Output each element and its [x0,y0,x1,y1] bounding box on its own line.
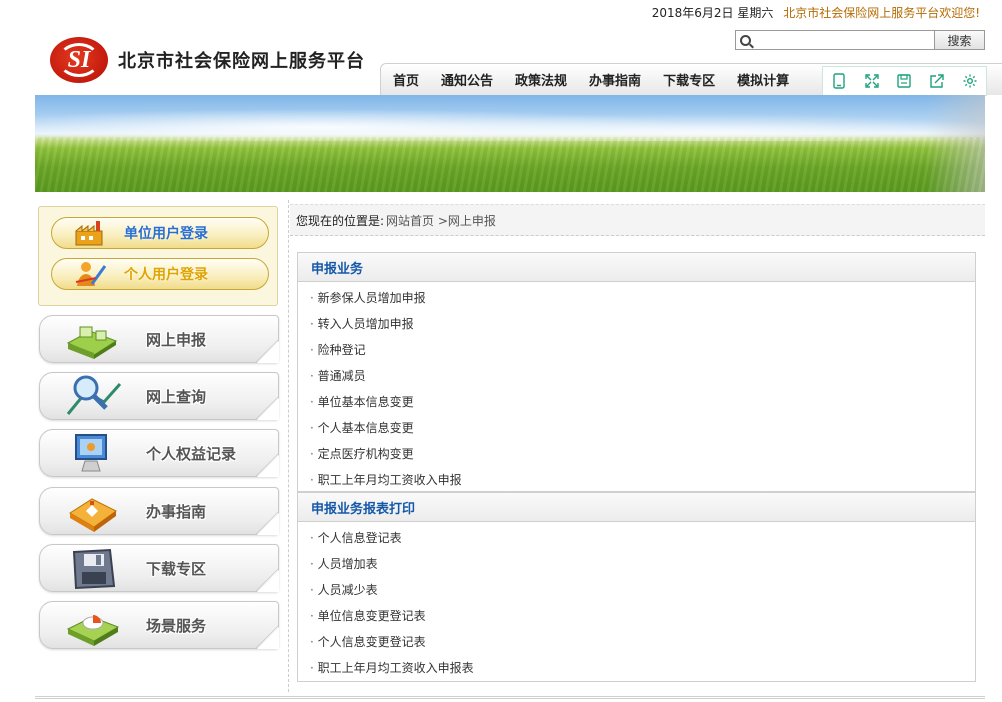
welcome-text: 北京市社会保险网上服务平台欢迎您! [783,6,980,20]
current-date: 2018年6月2日 星期六 [651,6,774,20]
download-icon [62,546,124,590]
sidebar-item-scene-service[interactable]: 场景服务 [39,601,279,649]
factory-icon [70,219,110,247]
search-field-wrapper[interactable] [735,30,935,50]
nav-notices[interactable]: 通知公告 [441,70,493,89]
online-query-icon [62,374,124,418]
search-icon [740,34,751,46]
person-pencil-icon [70,260,110,288]
column-divider [288,200,289,692]
fullscreen-icon[interactable] [864,73,880,89]
list-item[interactable]: 个人信息登记表 [310,525,975,551]
guide-icon [62,489,124,533]
person-login-button[interactable]: 个人用户登录 [51,258,269,290]
list-item[interactable]: 定点医疗机构变更 [310,441,975,467]
online-declare-icon [62,317,124,361]
footer-divider [35,696,985,699]
list-item[interactable]: 职工上年月均工资收入申报表 [310,655,975,681]
list-item[interactable]: 个人信息变更登记表 [310,629,975,655]
search-input[interactable] [755,32,934,48]
search-bar: 搜索 [735,30,985,50]
social-insurance-logo-icon: SI [50,37,108,83]
sidebar-item-online-declare[interactable]: 网上申报 [39,315,279,363]
nav-calculator[interactable]: 模拟计算 [737,70,789,89]
sidebar-item-download[interactable]: 下载专区 [39,544,279,592]
unit-login-button[interactable]: 单位用户登录 [51,217,269,249]
sidebar-item-guide[interactable]: 办事指南 [39,487,279,535]
personal-record-icon [62,431,124,475]
login-box: 单位用户登录 个人用户登录 [38,206,278,306]
site-title: 北京市社会保险网上服务平台 [118,51,365,72]
sidebar-item-personal-record[interactable]: 个人权益记录 [39,429,279,477]
sidebar-item-label: 个人权益记录 [146,444,237,463]
sidebar-item-label: 场景服务 [146,616,207,635]
list-item[interactable]: 人员增加表 [310,551,975,577]
person-login-label: 个人用户登录 [124,267,208,283]
nav-home[interactable]: 首页 [393,70,419,89]
report-print-panel: 申报业务报表打印 个人信息登记表 人员增加表 人员减少表 单位信息变更登记表 个… [297,492,976,682]
breadcrumb: 您现在的位置是: 网站首页 >网上申报 [290,204,985,236]
list-item[interactable]: 职工上年月均工资收入申报 [310,467,975,493]
header-banner-image [35,95,985,192]
search-button[interactable]: 搜索 [935,30,985,50]
declare-business-list: 新参保人员增加申报 转入人员增加申报 险种登记 普通减员 单位基本信息变更 个人… [298,282,975,495]
sidebar-item-label: 网上申报 [146,330,207,349]
list-item[interactable]: 个人基本信息变更 [310,415,975,441]
top-info-bar: 2018年6月2日 星期六 北京市社会保险网上服务平台欢迎您! [0,0,1002,26]
sidebar-item-label: 办事指南 [146,502,207,521]
save-icon[interactable] [896,73,912,89]
tool-icon-bar [822,66,987,96]
list-item[interactable]: 新参保人员增加申报 [310,285,975,311]
list-item[interactable]: 单位基本信息变更 [310,389,975,415]
scene-service-icon [62,603,124,647]
list-item[interactable]: 险种登记 [310,337,975,363]
site-logo[interactable]: SI 北京市社会保险网上服务平台 [50,34,365,86]
nav-downloads[interactable]: 下载专区 [663,70,715,89]
main-nav: 首页 通知公告 政策法规 办事指南 下载专区 模拟计算 [380,63,822,95]
breadcrumb-path[interactable]: 网站首页 >网上申报 [386,212,496,229]
declare-business-panel: 申报业务 新参保人员增加申报 转入人员增加申报 险种登记 普通减员 单位基本信息… [297,252,976,492]
banner-shade [925,95,985,192]
share-icon[interactable] [929,73,945,89]
settings-icon[interactable] [962,73,978,89]
report-print-list: 个人信息登记表 人员增加表 人员减少表 单位信息变更登记表 个人信息变更登记表 … [298,522,975,683]
panel-title: 申报业务报表打印 [298,493,975,522]
list-item[interactable]: 转入人员增加申报 [310,311,975,337]
breadcrumb-label: 您现在的位置是: [296,213,385,228]
sidebar-item-label: 下载专区 [146,559,207,578]
sidebar-item-online-query[interactable]: 网上查询 [39,372,279,420]
tablet-icon[interactable] [831,73,847,89]
sidebar-item-label: 网上查询 [146,387,207,406]
unit-login-label: 单位用户登录 [124,226,208,242]
list-item[interactable]: 单位信息变更登记表 [310,603,975,629]
list-item[interactable]: 人员减少表 [310,577,975,603]
nav-guide[interactable]: 办事指南 [589,70,641,89]
panel-title: 申报业务 [298,253,975,282]
nav-policies[interactable]: 政策法规 [515,70,567,89]
list-item[interactable]: 普通减员 [310,363,975,389]
